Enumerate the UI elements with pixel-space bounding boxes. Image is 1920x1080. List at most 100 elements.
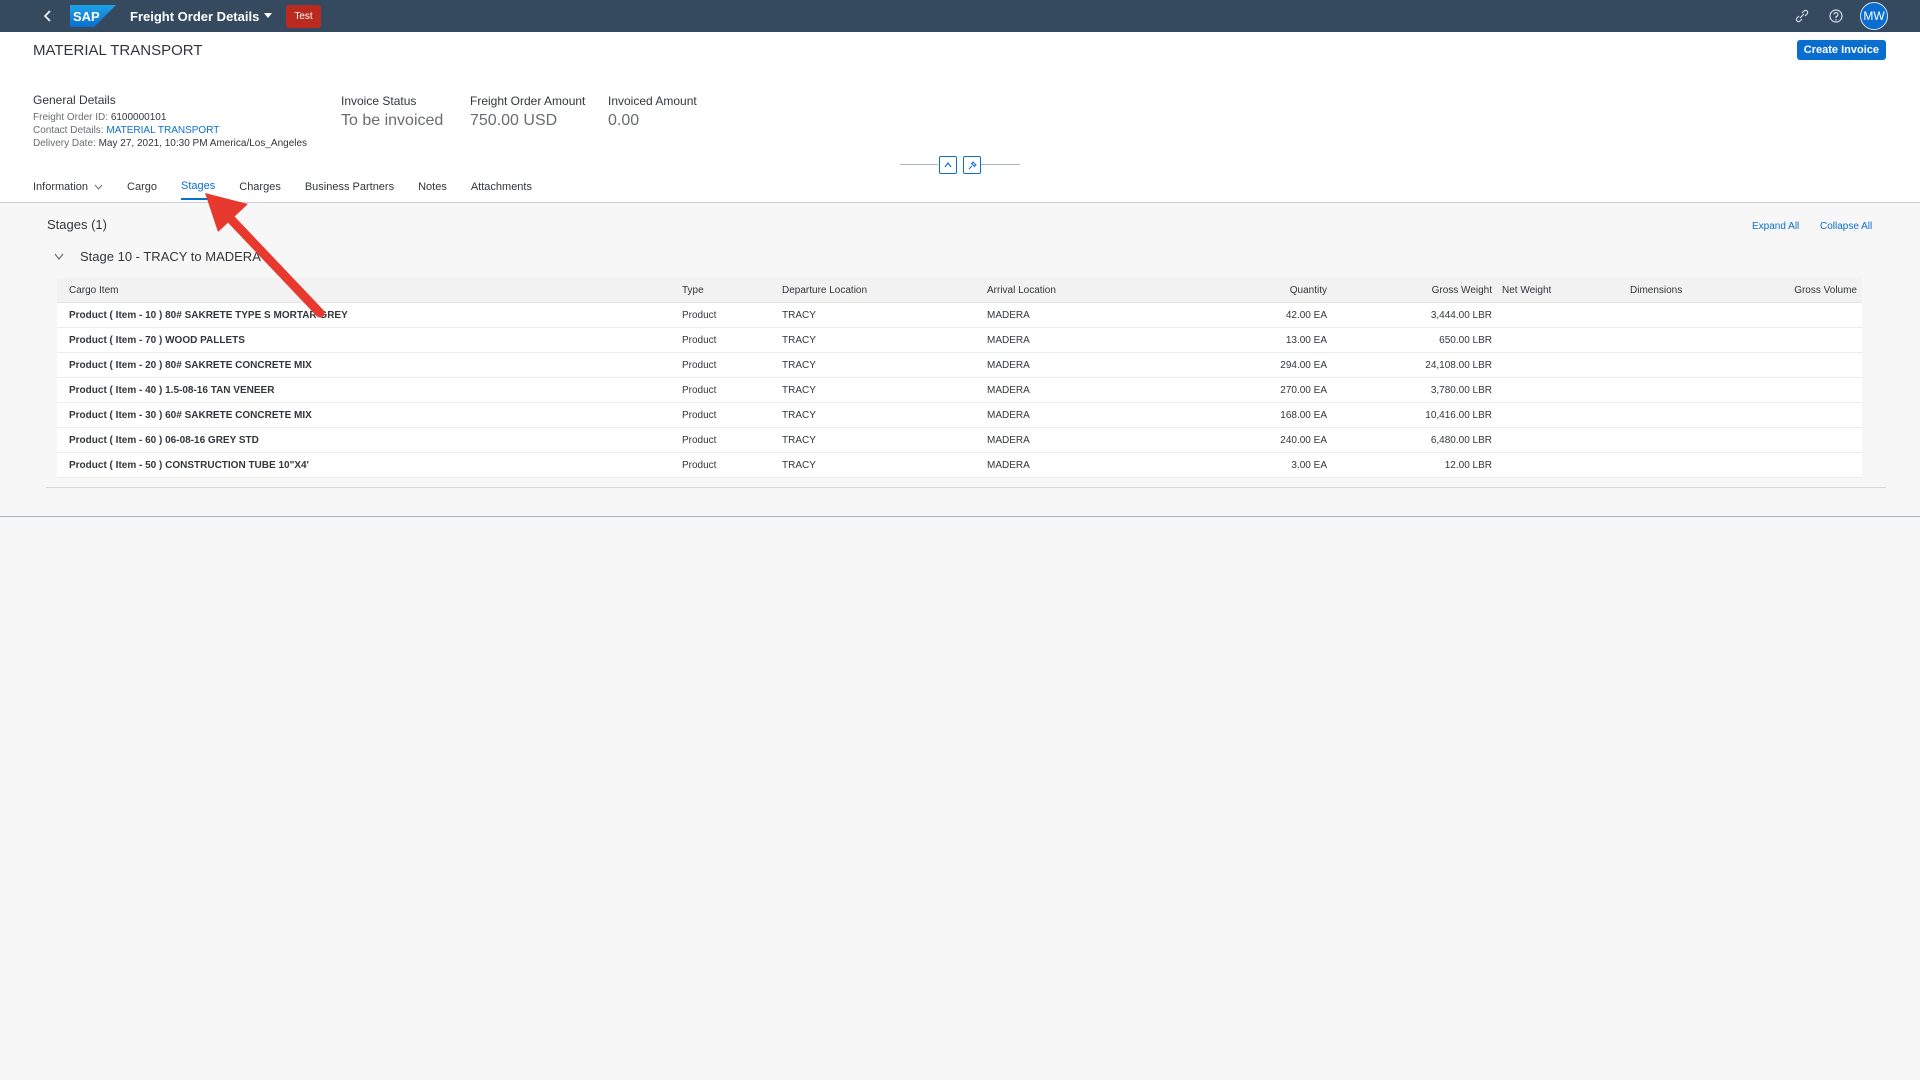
column-header-gross-weight[interactable]: Gross Weight bbox=[1332, 285, 1497, 296]
pin-header-button[interactable] bbox=[963, 156, 981, 174]
collapse-header-button[interactable] bbox=[939, 156, 957, 174]
contact-details-label: Contact Details: bbox=[33, 125, 104, 136]
column-header-gross-volume[interactable]: Gross Volume bbox=[1775, 285, 1862, 296]
cell-quantity: 294.00 EA bbox=[1280, 359, 1327, 371]
kpi-invoice-status: Invoice Status To be invoiced bbox=[341, 94, 443, 130]
table-row[interactable]: Product ( Item - 30 ) 60# SAKRETE CONCRE… bbox=[57, 403, 1862, 428]
cell-departure-location: TRACY bbox=[782, 309, 816, 321]
table-row[interactable]: Product ( Item - 60 ) 06-08-16 GREY STD … bbox=[57, 428, 1862, 453]
table-header-row: Cargo Item Type Departure Location Arriv… bbox=[57, 278, 1862, 303]
shell-bar: SAP Freight Order Details Test MW bbox=[0, 0, 1920, 32]
tab-business-partners[interactable]: Business Partners bbox=[305, 180, 394, 200]
cell-gross-weight: 24,108.00 LBR bbox=[1425, 359, 1492, 371]
stage-toggle-button[interactable] bbox=[52, 250, 66, 264]
link-icon bbox=[1795, 9, 1809, 23]
table-row[interactable]: Product ( Item - 40 ) 1.5-08-16 TAN VENE… bbox=[57, 378, 1862, 403]
delivery-date-value: May 27, 2021, 10:30 PM America/Los_Angel… bbox=[98, 138, 308, 149]
column-header-dimensions[interactable]: Dimensions bbox=[1625, 285, 1775, 296]
section-title: Stages (1) bbox=[47, 217, 107, 232]
freight-order-id-label: Freight Order ID: bbox=[33, 112, 109, 123]
contact-details-link[interactable]: MATERIAL TRANSPORT bbox=[106, 125, 219, 136]
delivery-date-row: Delivery Date: May 27, 2021, 10:30 PM Am… bbox=[33, 137, 307, 150]
tab-charges[interactable]: Charges bbox=[239, 180, 281, 200]
tab-cargo[interactable]: Cargo bbox=[127, 180, 157, 200]
cell-departure-location: TRACY bbox=[782, 334, 816, 346]
expand-all-link[interactable]: Expand All bbox=[1752, 221, 1799, 232]
cell-quantity: 3.00 EA bbox=[1291, 459, 1327, 471]
cell-cargo-item: Product ( Item - 50 ) CONSTRUCTION TUBE … bbox=[69, 459, 309, 471]
pin-icon bbox=[968, 160, 977, 169]
share-button[interactable] bbox=[1792, 6, 1812, 26]
collapse-all-link[interactable]: Collapse All bbox=[1820, 221, 1872, 232]
cell-type: Product bbox=[682, 309, 717, 321]
cell-type: Product bbox=[682, 459, 717, 471]
chevron-down-icon bbox=[94, 184, 103, 190]
kpi-value: To be invoiced bbox=[341, 112, 444, 129]
cell-arrival-location: MADERA bbox=[987, 309, 1030, 321]
cell-departure-location: TRACY bbox=[782, 384, 816, 396]
user-avatar[interactable]: MW bbox=[1860, 2, 1888, 30]
delivery-date-label: Delivery Date: bbox=[33, 138, 96, 149]
table-row[interactable]: Product ( Item - 50 ) CONSTRUCTION TUBE … bbox=[57, 453, 1862, 478]
help-button[interactable] bbox=[1826, 6, 1846, 26]
cell-cargo-item: Product ( Item - 70 ) WOOD PALLETS bbox=[69, 334, 245, 346]
cell-arrival-location: MADERA bbox=[987, 334, 1030, 346]
chevron-up-icon bbox=[944, 162, 952, 168]
stage-panel-header: Stage 10 - TRACY to MADERA bbox=[52, 249, 261, 264]
column-header-departure-location[interactable]: Departure Location bbox=[777, 285, 982, 296]
tab-notes[interactable]: Notes bbox=[418, 180, 447, 200]
cell-quantity: 42.00 EA bbox=[1285, 309, 1327, 321]
table-row[interactable]: Product ( Item - 10 ) 80# SAKRETE TYPE S… bbox=[57, 303, 1862, 328]
cell-type: Product bbox=[682, 334, 717, 346]
tab-label: Information bbox=[33, 181, 89, 193]
collapse-bar-line bbox=[981, 164, 1020, 165]
stage-title: Stage 10 - TRACY to MADERA bbox=[80, 249, 261, 264]
create-invoice-button[interactable]: Create Invoice bbox=[1796, 40, 1886, 60]
back-button[interactable] bbox=[36, 4, 60, 28]
section-divider bbox=[46, 487, 1886, 488]
environment-badge: Test bbox=[286, 4, 321, 28]
object-header: MATERIAL TRANSPORT Create Invoice Genera… bbox=[0, 32, 1920, 202]
cell-gross-weight: 3,444.00 LBR bbox=[1430, 309, 1492, 321]
sap-logo[interactable]: SAP bbox=[70, 5, 116, 27]
column-header-type[interactable]: Type bbox=[677, 285, 777, 296]
cell-type: Product bbox=[682, 384, 717, 396]
tab-stages[interactable]: Stages bbox=[181, 180, 216, 200]
tab-label: Business Partners bbox=[304, 181, 395, 193]
page-divider bbox=[0, 516, 1920, 517]
tab-information[interactable]: Information bbox=[33, 180, 103, 200]
column-header-net-weight[interactable]: Net Weight bbox=[1497, 285, 1625, 296]
kpi-invoiced-amount: Invoiced Amount 0.00 bbox=[608, 94, 697, 130]
cell-quantity: 13.00 EA bbox=[1285, 334, 1327, 346]
kpi-freight-order-amount: Freight Order Amount 750.00 USD bbox=[470, 94, 585, 130]
app-title-menu[interactable]: Freight Order Details bbox=[130, 9, 273, 24]
cell-cargo-item: Product ( Item - 60 ) 06-08-16 GREY STD bbox=[69, 434, 259, 446]
column-header-quantity[interactable]: Quantity bbox=[1162, 285, 1332, 296]
cell-arrival-location: MADERA bbox=[987, 384, 1030, 396]
table-row[interactable]: Product ( Item - 70 ) WOOD PALLETS Produ… bbox=[57, 328, 1862, 353]
stage-cargo-table: Cargo Item Type Departure Location Arriv… bbox=[57, 278, 1862, 478]
kpi-value: 0.00 bbox=[608, 112, 640, 129]
tab-label: Notes bbox=[418, 181, 447, 193]
column-header-arrival-location[interactable]: Arrival Location bbox=[982, 285, 1162, 296]
chevron-down-icon bbox=[54, 253, 64, 260]
general-details: General Details Freight Order ID: 610000… bbox=[33, 94, 307, 150]
tab-attachments[interactable]: Attachments bbox=[471, 180, 532, 200]
tab-label: Charges bbox=[239, 181, 281, 193]
cell-gross-weight: 12.00 LBR bbox=[1444, 459, 1492, 471]
cell-cargo-item: Product ( Item - 30 ) 60# SAKRETE CONCRE… bbox=[69, 409, 312, 421]
collapse-bar-line bbox=[900, 164, 938, 165]
freight-order-id-value: 6100000101 bbox=[110, 112, 167, 123]
cell-arrival-location: MADERA bbox=[987, 434, 1030, 446]
cell-quantity: 168.00 EA bbox=[1280, 409, 1327, 421]
cell-type: Product bbox=[682, 409, 717, 421]
column-header-cargo-item[interactable]: Cargo Item bbox=[57, 285, 677, 296]
page-title: MATERIAL TRANSPORT bbox=[33, 42, 203, 59]
cell-cargo-item: Product ( Item - 20 ) 80# SAKRETE CONCRE… bbox=[69, 359, 312, 371]
table-row[interactable]: Product ( Item - 20 ) 80# SAKRETE CONCRE… bbox=[57, 353, 1862, 378]
cell-arrival-location: MADERA bbox=[987, 409, 1030, 421]
kpi-label: Invoiced Amount bbox=[608, 94, 697, 108]
header-divider bbox=[0, 202, 1920, 203]
cell-type: Product bbox=[682, 434, 717, 446]
kpi-value: 750.00 USD bbox=[470, 112, 558, 129]
